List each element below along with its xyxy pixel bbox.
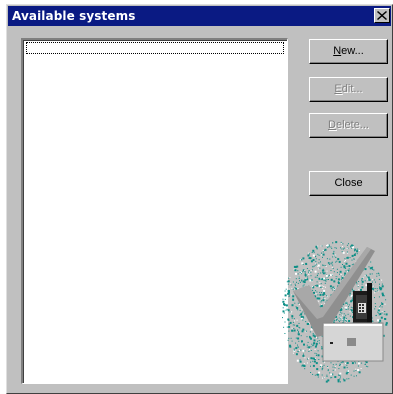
- edit-button[interactable]: Edit...: [309, 77, 388, 102]
- title-bar: Available systems: [8, 6, 391, 26]
- close-button[interactable]: Close: [309, 171, 388, 196]
- delete-button[interactable]: Delete...: [309, 113, 388, 138]
- close-icon: [377, 11, 387, 20]
- window-title: Available systems: [12, 9, 136, 23]
- phone-icon: [353, 283, 372, 323]
- list-focus-row[interactable]: [26, 42, 284, 54]
- available-systems-dialog: Available systems New... Edit... Delete.…: [6, 4, 393, 394]
- systems-list[interactable]: [21, 38, 288, 384]
- checkmark-phone-modem-illustration: [282, 241, 388, 383]
- close-window-button[interactable]: [374, 8, 390, 23]
- modem-icon: [322, 322, 384, 362]
- new-button[interactable]: New...: [309, 39, 388, 64]
